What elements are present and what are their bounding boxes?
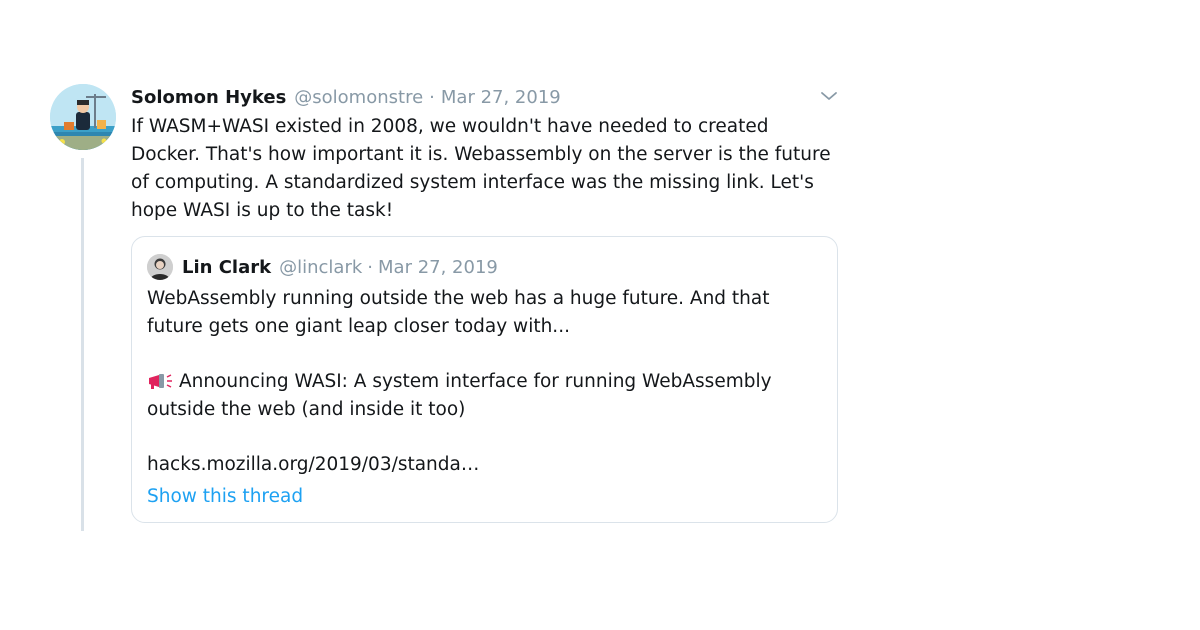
author-name[interactable]: Solomon Hykes [131,87,286,108]
quoted-tweet-date[interactable]: Mar 27, 2019 [378,257,498,278]
tweet-text-line: hope WASI is up to the task! [131,200,394,221]
quoted-author-handle[interactable]: @linclark [279,257,362,278]
author-avatar[interactable] [50,84,116,150]
quoted-announcement-line: Announcing WASI: A system interface for … [147,368,772,396]
chevron-down-icon [821,92,837,100]
quoted-author-name[interactable]: Lin Clark [182,257,271,278]
separator-dot: · [367,256,374,278]
quoted-text-line: WebAssembly running outside the web has … [147,288,770,309]
separator-dot: · [429,86,435,108]
author-handle[interactable]: @solomonstre [294,87,423,108]
megaphone-icon [149,374,172,389]
quoted-text-line: future gets one giant leap closer today … [147,316,570,337]
quoted-author-avatar[interactable] [147,254,173,280]
tweet-text-line: Docker. That's how important it is. Weba… [131,144,831,165]
show-thread-link[interactable]: Show this thread [147,483,303,511]
quoted-link-text[interactable]: hacks.mozilla.org/2019/03/standa… [147,451,479,479]
quoted-text-line: outside the web (and inside it too) [147,399,466,420]
tweet: Solomon Hykes @solomonstre · Mar 27, 201… [0,0,1200,630]
quoted-text-announcement: Announcing WASI: A system interface for … [179,371,772,392]
tweet-menu-button[interactable] [818,86,840,106]
tweet-text-line: If WASM+WASI existed in 2008, we wouldn'… [131,116,769,137]
avatar-illustration-icon [50,84,116,150]
quoted-tweet-card[interactable]: Lin Clark @linclark · Mar 27, 2019 WebAs… [131,236,838,523]
tweet-text: If WASM+WASI existed in 2008, we wouldn'… [131,113,851,225]
tweet-text-line: of computing. A standardized system inte… [131,172,814,193]
tweet-date[interactable]: Mar 27, 2019 [441,87,561,108]
thread-line [81,158,84,531]
avatar-photo-icon [147,254,173,280]
tweet-header: Solomon Hykes @solomonstre · Mar 27, 201… [131,84,561,110]
quoted-tweet-header: Lin Clark @linclark · Mar 27, 2019 [147,254,498,280]
